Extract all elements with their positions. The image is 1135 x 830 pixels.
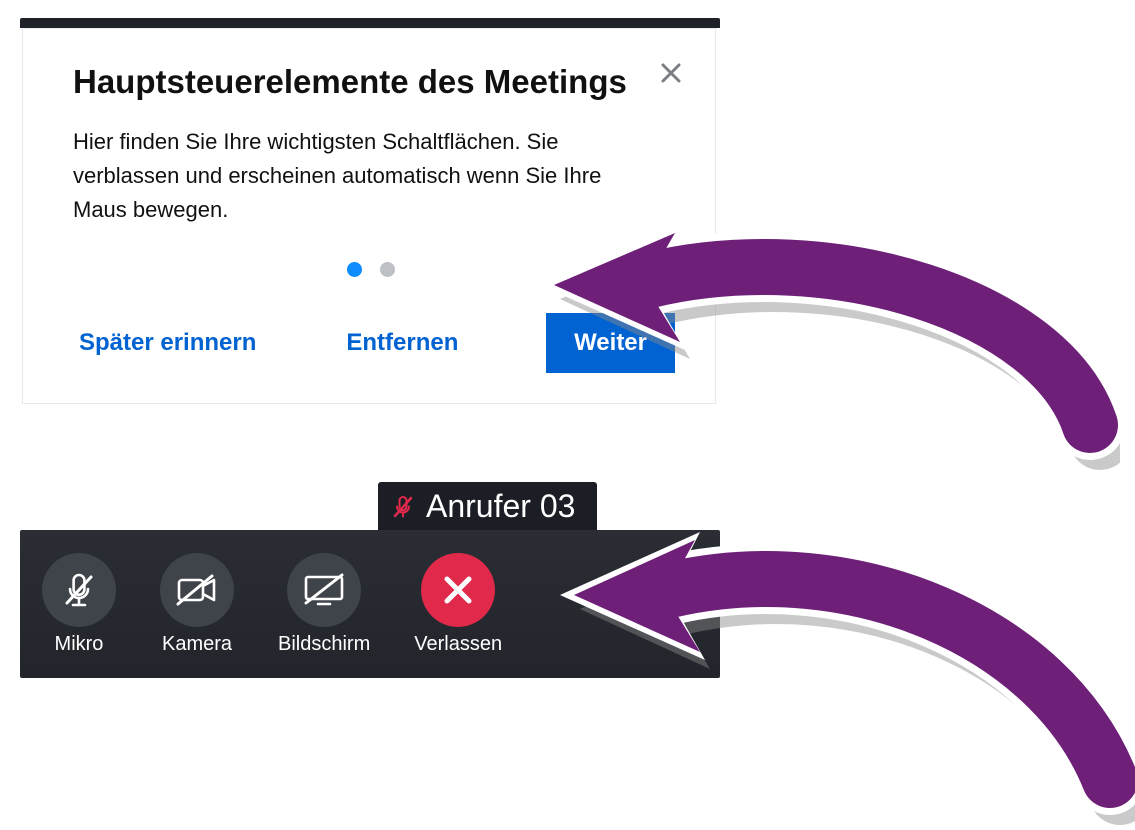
- popup-body: Hier finden Sie Ihre wichtigsten Schaltf…: [73, 125, 669, 227]
- meeting-control-bar: Mikro Kamera: [20, 530, 720, 678]
- mic-muted-icon: [59, 569, 99, 611]
- mic-label: Mikro: [55, 633, 104, 656]
- screen-off-icon: [300, 571, 348, 609]
- step-indicator: [73, 262, 669, 277]
- step-dot-1: [347, 262, 362, 277]
- close-button[interactable]: [651, 53, 691, 93]
- step-dot-2: [380, 262, 395, 277]
- camera-off-icon: [174, 572, 220, 608]
- leave-label: Verlassen: [414, 633, 502, 656]
- popup-actions: Später erinnern Entfernen Weiter: [73, 313, 669, 373]
- caller-name: Anrufer 03: [426, 488, 575, 525]
- leave-meeting-button[interactable]: Verlassen: [414, 553, 502, 656]
- close-icon: [660, 62, 682, 84]
- mic-toggle-button[interactable]: Mikro: [42, 553, 116, 656]
- share-screen-button[interactable]: Bildschirm: [278, 553, 370, 656]
- screen-label: Bildschirm: [278, 633, 370, 656]
- popup-title: Hauptsteuerelemente des Meetings: [73, 61, 669, 103]
- active-speaker-pill: Anrufer 03: [378, 482, 597, 533]
- remind-later-button[interactable]: Später erinnern: [79, 329, 256, 357]
- camera-label: Kamera: [162, 633, 232, 656]
- next-button[interactable]: Weiter: [546, 313, 675, 373]
- remove-button[interactable]: Entfernen: [346, 329, 458, 357]
- onboarding-popup: Hauptsteuerelemente des Meetings Hier fi…: [22, 28, 716, 404]
- camera-toggle-button[interactable]: Kamera: [160, 553, 234, 656]
- close-icon: [441, 573, 475, 607]
- mic-muted-icon: [390, 494, 416, 520]
- window-top-edge: [20, 18, 720, 28]
